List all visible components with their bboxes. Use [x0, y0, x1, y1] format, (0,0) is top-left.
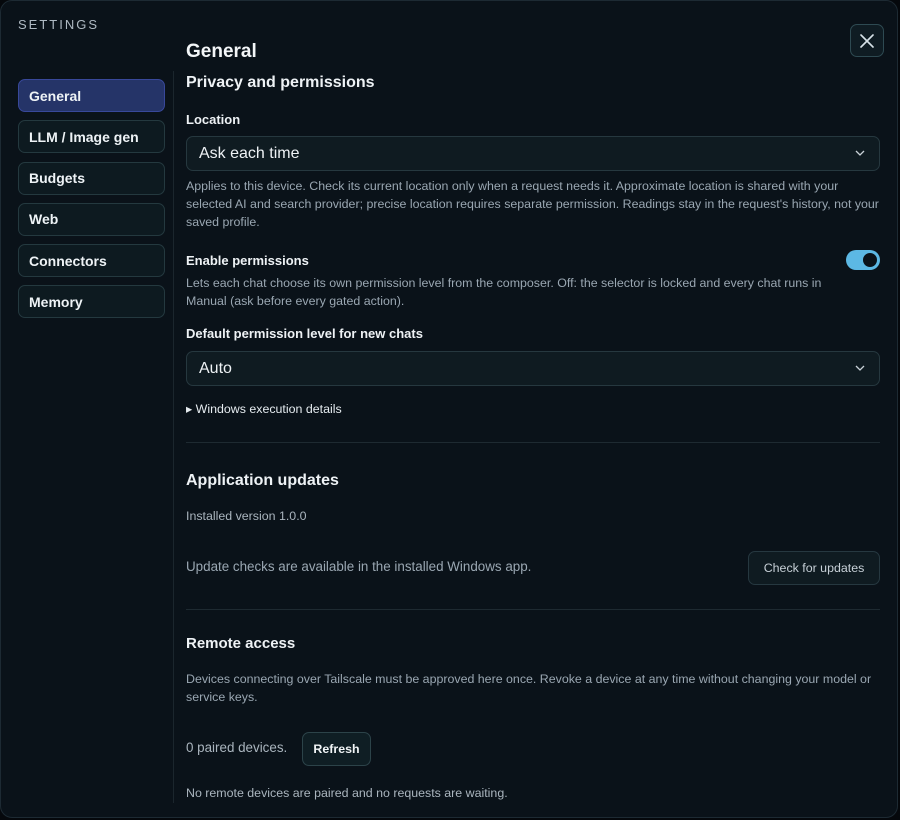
updates-section-title: Application updates — [186, 472, 339, 489]
default-permission-select[interactable]: Auto — [186, 351, 880, 386]
section-divider — [186, 442, 880, 443]
remote-status-text: No remote devices are paired and no requ… — [186, 786, 508, 800]
toggle-knob — [863, 253, 877, 267]
sidebar-item-general[interactable]: General — [18, 79, 165, 112]
sidebar-item-llm-image-gen[interactable]: LLM / Image gen — [18, 120, 165, 154]
location-label: Location — [186, 112, 241, 127]
close-icon — [860, 33, 874, 48]
settings-window: SETTINGS General LLM / Image gen Budgets… — [0, 0, 898, 818]
default-permission-select-value: Auto — [199, 359, 232, 377]
chevron-down-icon — [855, 365, 865, 371]
sidebar-item-label: Memory — [29, 293, 83, 310]
location-select[interactable]: Ask each time — [186, 136, 880, 171]
sidebar-item-budgets[interactable]: Budgets — [18, 161, 165, 195]
sidebar-item-label: General — [29, 87, 82, 104]
refresh-button[interactable]: Refresh — [302, 732, 371, 766]
update-checks-note: Update checks are available in the insta… — [186, 559, 532, 574]
remote-access-help-text: Devices connecting over Tailscale must b… — [186, 672, 872, 704]
enable-permissions-label: Enable permissions — [186, 253, 309, 268]
location-help-text: Applies to this device. Check its curren… — [186, 179, 879, 229]
default-permission-label: Default permission level for new chats — [186, 326, 423, 341]
sidebar-divider — [173, 71, 174, 803]
windows-execution-details-toggle[interactable]: ▸ Windows execution details — [186, 401, 342, 416]
settings-heading: SETTINGS — [18, 17, 100, 32]
paired-devices-count: 0 paired devices. — [186, 740, 288, 755]
installed-version-text: Installed version 1.0.0 — [186, 509, 307, 523]
chevron-down-icon — [855, 150, 865, 156]
sidebar: General LLM / Image gen Budgets Web Conn… — [18, 79, 165, 327]
sidebar-item-memory[interactable]: Memory — [18, 285, 165, 319]
sidebar-item-connectors[interactable]: Connectors — [18, 244, 165, 278]
privacy-section-title: Privacy and permissions — [186, 74, 375, 91]
sidebar-item-web[interactable]: Web — [18, 202, 165, 236]
sidebar-item-label: Budgets — [29, 170, 85, 187]
section-divider — [186, 609, 880, 610]
sidebar-item-label: LLM / Image gen — [29, 128, 139, 145]
enable-permissions-help-text: Lets each chat choose its own permission… — [186, 276, 822, 308]
sidebar-item-label: Connectors — [29, 252, 107, 269]
check-for-updates-button[interactable]: Check for updates — [748, 551, 880, 585]
enable-permissions-toggle[interactable] — [846, 250, 880, 270]
remote-access-section-title: Remote access — [186, 635, 296, 652]
location-select-value: Ask each time — [199, 144, 300, 162]
page-title: General — [186, 41, 257, 62]
sidebar-item-label: Web — [29, 211, 59, 228]
close-button[interactable] — [850, 24, 884, 57]
